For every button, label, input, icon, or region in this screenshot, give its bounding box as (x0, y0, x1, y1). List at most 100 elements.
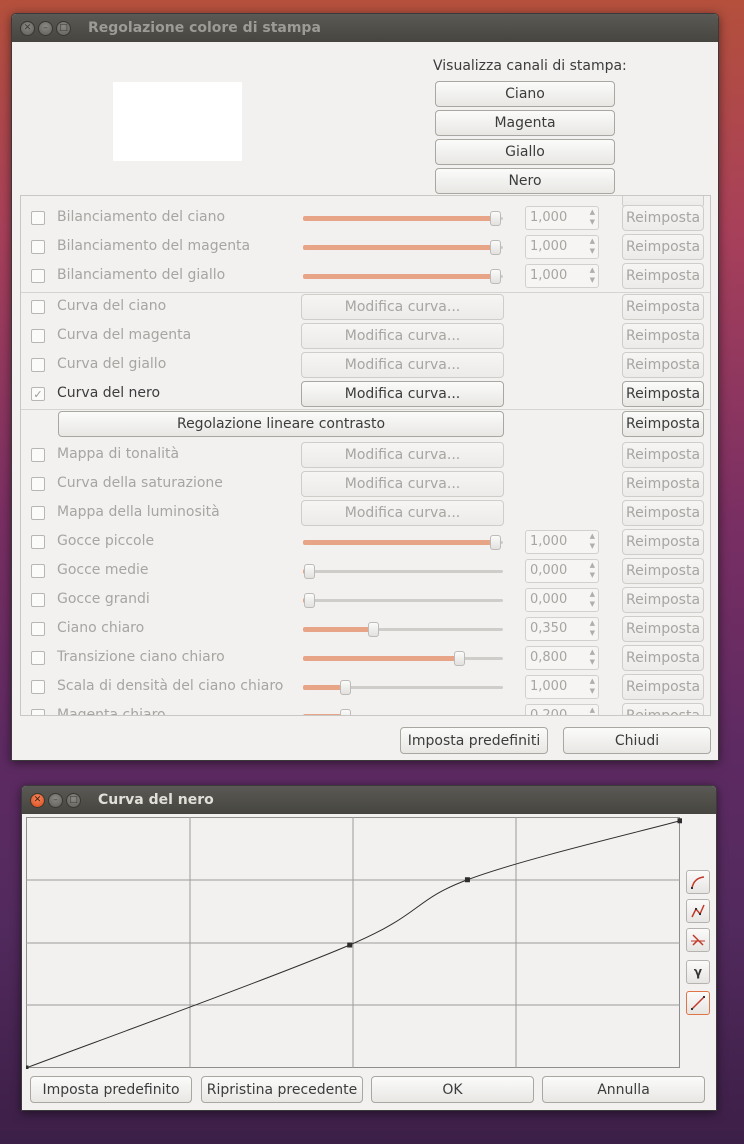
channel-button-black[interactable]: Nero (435, 168, 615, 194)
linear-curve-tool-icon[interactable] (686, 991, 710, 1015)
curve-control-point[interactable] (677, 818, 683, 824)
reset-button[interactable]: Reimposta (622, 294, 704, 320)
reset-button[interactable]: Reimposta (622, 645, 704, 671)
set-defaults-button[interactable]: Imposta predefiniti (400, 727, 548, 754)
row-checkbox[interactable] (31, 564, 45, 578)
gamma-icon[interactable]: γ (686, 960, 710, 984)
row-slider[interactable] (303, 269, 503, 284)
row-slider[interactable] (303, 709, 351, 715)
close-icon[interactable]: ✕ (30, 792, 45, 808)
modify-curve-button[interactable]: Modifica curva... (301, 442, 504, 468)
freehand-curve-tool-icon[interactable] (686, 870, 710, 894)
reset-button[interactable]: Reimposta (622, 352, 704, 378)
channel-button-yellow[interactable]: Giallo (435, 139, 615, 165)
row-spin[interactable]: 1,000 ▲ ▼ (525, 235, 599, 259)
maximize-icon[interactable]: □ (56, 20, 71, 36)
row-spin[interactable]: 1,000 ▲ ▼ (525, 530, 599, 554)
reset-button[interactable]: Reimposta (622, 442, 704, 468)
restore-previous-button[interactable]: Ripristina precedente (201, 1076, 363, 1103)
row-checkbox[interactable] (31, 329, 45, 343)
curve-control-point[interactable] (464, 877, 470, 883)
row-checkbox[interactable] (31, 593, 45, 607)
row-checkbox[interactable] (31, 240, 45, 254)
cancel-button[interactable]: Annulla (542, 1076, 705, 1103)
settings-row: Mappa di tonalità Modifica curva... Reim… (21, 440, 710, 469)
row-label: Bilanciamento del ciano (57, 209, 226, 225)
reset-button[interactable]: Reimposta (622, 205, 704, 231)
row-slider[interactable] (303, 240, 503, 255)
row-spin[interactable]: 0,800 ▲ ▼ (525, 646, 599, 670)
reset-button[interactable]: Reimposta (622, 703, 704, 715)
modify-curve-button[interactable]: Modifica curva... (301, 471, 504, 497)
row-checkbox[interactable] (31, 651, 45, 665)
reset-button[interactable]: Reimposta (622, 500, 704, 526)
row-checkbox-checked[interactable]: ✓ (31, 387, 45, 401)
row-label: Mappa della luminosità (57, 504, 220, 520)
modify-curve-button[interactable]: Modifica curva... (301, 294, 504, 320)
reset-button[interactable]: Reimposta (622, 674, 704, 700)
settings-scroll-area[interactable]: Bilanciamento del ciano 1,000 ▲ ▼ Reimpost… (20, 195, 711, 716)
modify-curve-button[interactable]: Modifica curva... (301, 352, 504, 378)
set-default-button[interactable]: Imposta predefinito (30, 1076, 192, 1103)
row-slider[interactable] (303, 593, 503, 608)
row-checkbox[interactable] (31, 535, 45, 549)
row-spin[interactable]: 0,000 ▲ ▼ (525, 559, 599, 583)
settings-row: Gocce grandi 0,000 ▲ ▼ Reimposta (21, 585, 710, 614)
reset-button[interactable]: Reimposta (622, 234, 704, 260)
row-spin[interactable]: 1,000 ▲ ▼ (525, 264, 599, 288)
curve-control-point[interactable] (347, 942, 353, 948)
row-slider[interactable] (303, 680, 503, 695)
reset-button[interactable]: Reimposta (622, 381, 704, 407)
row-slider[interactable] (303, 564, 503, 579)
row-checkbox[interactable] (31, 709, 45, 715)
row-checkbox[interactable] (31, 300, 45, 314)
curve-editor[interactable] (26, 817, 682, 1069)
row-checkbox[interactable] (31, 269, 45, 283)
row-checkbox[interactable] (31, 211, 45, 225)
row-label: Curva del ciano (57, 298, 167, 314)
row-checkbox[interactable] (31, 448, 45, 462)
minimize-icon[interactable]: – (48, 792, 63, 808)
modify-curve-button[interactable]: Modifica curva... (301, 381, 504, 407)
row-checkbox[interactable] (31, 680, 45, 694)
gamma-curve-tool-icon[interactable] (686, 928, 710, 952)
reset-button[interactable]: Reimposta (622, 323, 704, 349)
row-checkbox[interactable] (31, 506, 45, 520)
minimize-icon[interactable]: – (38, 20, 53, 36)
row-checkbox[interactable] (31, 358, 45, 372)
row-spin[interactable]: 0,200▲▼ (525, 704, 599, 715)
ok-button[interactable]: OK (371, 1076, 534, 1103)
row-spin[interactable]: 1,000 ▲ ▼ (525, 206, 599, 230)
row-spin[interactable]: 0,350 ▲ ▼ (525, 617, 599, 641)
close-button[interactable]: Chiudi (563, 727, 711, 754)
row-slider[interactable] (303, 535, 503, 550)
row-spin[interactable]: 1,000 ▲ ▼ (525, 675, 599, 699)
reset-button[interactable]: Reimposta (622, 529, 704, 555)
row-checkbox[interactable] (31, 622, 45, 636)
row-label: Curva del magenta (57, 327, 192, 343)
reset-button[interactable]: Reimposta (622, 587, 704, 613)
row-checkbox[interactable] (31, 477, 45, 491)
close-icon[interactable]: ✕ (20, 20, 35, 36)
spline-curve-tool-icon[interactable] (686, 899, 710, 923)
reset-button[interactable]: Reimposta (622, 558, 704, 584)
black-curve-window: ✕ – □ Curva del nero γ Imposta predefini… (21, 785, 717, 1111)
modify-curve-button[interactable]: Modifica curva... (301, 323, 504, 349)
linear-contrast-button[interactable]: Regolazione lineare contrasto (58, 411, 504, 437)
window-title: Regolazione colore di stampa (88, 20, 321, 36)
modify-curve-button[interactable]: Modifica curva... (301, 500, 504, 526)
reset-button[interactable]: Reimposta (622, 263, 704, 289)
reset-button[interactable]: Reimposta (622, 411, 704, 437)
reset-button[interactable]: Reimposta (622, 471, 704, 497)
row-slider[interactable] (303, 651, 503, 666)
curve-control-point[interactable] (26, 1065, 29, 1070)
row-spin[interactable]: 0,000 ▲ ▼ (525, 588, 599, 612)
reset-button[interactable]: Reimposta (622, 616, 704, 642)
maximize-icon[interactable]: □ (66, 792, 81, 808)
channel-button-magenta[interactable]: Magenta (435, 110, 615, 136)
settings-row: Bilanciamento del magenta 1,000 ▲ ▼ Reimpo… (21, 232, 710, 261)
channel-button-cyan[interactable]: Ciano (435, 81, 615, 107)
curve-graph[interactable] (26, 817, 682, 1069)
row-slider[interactable] (303, 211, 503, 226)
row-slider[interactable] (303, 622, 503, 637)
